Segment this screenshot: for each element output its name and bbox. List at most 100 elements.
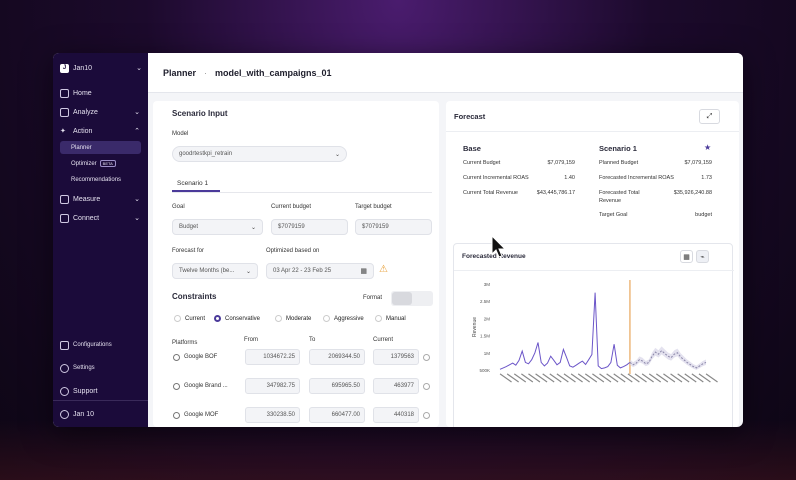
- row-action-icon[interactable]: [423, 412, 430, 419]
- forecast-for-select[interactable]: Twelve Months (be... ⌄: [172, 263, 258, 279]
- constraint-aggressive[interactable]: Aggressive: [323, 315, 364, 322]
- x-tick-mark: [627, 373, 640, 383]
- forecast-for-label: Forecast for: [172, 248, 205, 254]
- x-tick-mark: [641, 373, 654, 383]
- mouse-cursor-icon: [491, 235, 507, 258]
- sub-label: Recommendations: [71, 176, 122, 183]
- table-view-icon[interactable]: ▦: [680, 250, 693, 263]
- x-tick-mark: [577, 373, 591, 383]
- warning-icon: ⚠: [379, 264, 388, 275]
- constraint-manual[interactable]: Manual: [375, 315, 406, 322]
- x-tick-mark: [499, 373, 512, 383]
- nav-settings[interactable]: Settings: [53, 361, 148, 375]
- forecast-for-value: Twelve Months (be...: [179, 268, 235, 274]
- constraints-title: Constraints: [172, 292, 217, 301]
- row-action-icon[interactable]: [423, 354, 430, 361]
- chevron-down-icon: ⌄: [334, 151, 340, 158]
- row-checkbox[interactable]: [173, 354, 180, 361]
- workspace-name: Jan10: [73, 64, 93, 72]
- user-menu[interactable]: Jan 10: [53, 407, 148, 421]
- scenario-label: Forecasted Incremental ROAS: [599, 175, 674, 181]
- sub-recommendations[interactable]: Recommendations: [60, 173, 141, 186]
- sub-optimizer[interactable]: Optimizer BETA: [60, 157, 141, 170]
- gear-icon: [60, 363, 69, 373]
- nav-analyze[interactable]: Analyze ⌄: [53, 105, 148, 119]
- radio-label: Aggressive: [334, 315, 364, 322]
- app-window: J Jan10 ⌄ Home Analyze ⌄ ✦ Action ⌃ Plan…: [53, 53, 743, 427]
- col-from: From: [244, 337, 258, 343]
- model-label: Model: [172, 131, 189, 137]
- current-value: 440318: [373, 407, 419, 423]
- current-value: 1379563: [373, 349, 419, 365]
- target-budget-label: Target budget: [355, 204, 392, 210]
- x-tick-mark: [648, 373, 662, 383]
- chevron-up-icon: ⌃: [134, 128, 140, 135]
- radio-label: Current: [185, 315, 206, 322]
- col-platforms: Platforms: [172, 340, 198, 346]
- forecast-title: Forecast: [454, 112, 486, 121]
- constraint-current[interactable]: Current: [174, 315, 205, 322]
- from-input[interactable]: 330238.50: [245, 407, 300, 423]
- radio-icon: [323, 315, 330, 322]
- background-glow: [0, 420, 796, 480]
- base-label: Current Incremental ROAS: [463, 175, 529, 181]
- radio-icon: [375, 315, 382, 322]
- nav-measure[interactable]: Measure ⌄: [53, 192, 148, 206]
- forecast-band: [629, 346, 706, 370]
- to-input[interactable]: 660477.00: [309, 407, 365, 423]
- chart-view-icon[interactable]: ⌁: [696, 250, 709, 263]
- platform-name: Google MOF: [184, 412, 219, 418]
- constraint-moderate[interactable]: Moderate: [275, 315, 311, 322]
- breadcrumb-section[interactable]: Planner: [163, 68, 196, 78]
- forecast-panel: Forecast ⤢ Base Current Budget $7,079,15…: [446, 101, 739, 427]
- nav-configurations[interactable]: Configurations: [53, 338, 148, 352]
- sub-label: Planner: [71, 144, 92, 151]
- format-toggle[interactable]: [391, 291, 433, 306]
- nav-home[interactable]: Home: [53, 86, 148, 100]
- nav-label: Support: [73, 387, 98, 395]
- nav-label: Measure: [73, 195, 101, 203]
- y-tick-label: 2M: [484, 316, 491, 321]
- from-input[interactable]: 347982.75: [245, 378, 300, 394]
- revenue-chart: 3M 2.5M 2M 1.5M 1M 500K Revenue: [472, 280, 718, 383]
- breadcrumb-model: model_with_campaigns_01: [215, 67, 332, 78]
- radio-icon: [174, 315, 181, 322]
- nav-connect[interactable]: Connect ⌄: [53, 211, 148, 225]
- tab-scenario-1[interactable]: Scenario 1: [177, 180, 208, 187]
- x-tick-mark: [599, 373, 612, 383]
- x-tick-mark: [663, 373, 676, 383]
- workspace-selector[interactable]: J Jan10 ⌄: [60, 61, 142, 75]
- star-icon[interactable]: ★: [704, 143, 711, 152]
- tab-divider: [172, 192, 432, 193]
- x-tick-mark: [677, 373, 690, 383]
- model-select[interactable]: goodrtestkpi_retrain ⌄: [172, 146, 347, 162]
- scenario-title: Scenario 1: [599, 144, 637, 153]
- row-checkbox[interactable]: [173, 412, 180, 419]
- chevron-down-icon: ⌄: [136, 65, 142, 72]
- y-axis-label: Revenue: [472, 317, 478, 337]
- to-input[interactable]: 695965.50: [309, 378, 365, 394]
- target-budget-value: $7079159: [362, 224, 389, 230]
- current-budget-field: $7079159: [271, 219, 348, 235]
- nav-support[interactable]: Support: [53, 384, 148, 398]
- x-tick-mark: [535, 373, 548, 383]
- from-input[interactable]: 1034672.25: [245, 349, 300, 365]
- date-range-field[interactable]: 03 Apr 22 - 23 Feb 25 ▦: [266, 263, 374, 279]
- row-checkbox[interactable]: [173, 383, 180, 390]
- target-budget-field[interactable]: $7079159: [355, 219, 432, 235]
- nav-label: Configurations: [73, 342, 112, 348]
- row-action-icon[interactable]: [423, 383, 430, 390]
- sub-planner[interactable]: Planner: [60, 141, 141, 154]
- nav-action[interactable]: ✦ Action ⌃: [53, 124, 148, 138]
- x-tick-mark: [698, 373, 711, 383]
- base-value: 1.40: [564, 175, 575, 181]
- x-tick-mark: [691, 373, 704, 383]
- goal-select[interactable]: Budget ⌄: [172, 219, 263, 235]
- users-icon: [60, 213, 69, 223]
- chevron-down-icon: ⌄: [134, 215, 140, 222]
- platform-name: Google BOF: [184, 354, 218, 360]
- constraint-conservative[interactable]: Conservative: [214, 315, 260, 322]
- expand-icon[interactable]: ⤢: [699, 109, 720, 124]
- to-input[interactable]: 2069344.50: [309, 349, 365, 365]
- x-tick-mark: [670, 373, 683, 383]
